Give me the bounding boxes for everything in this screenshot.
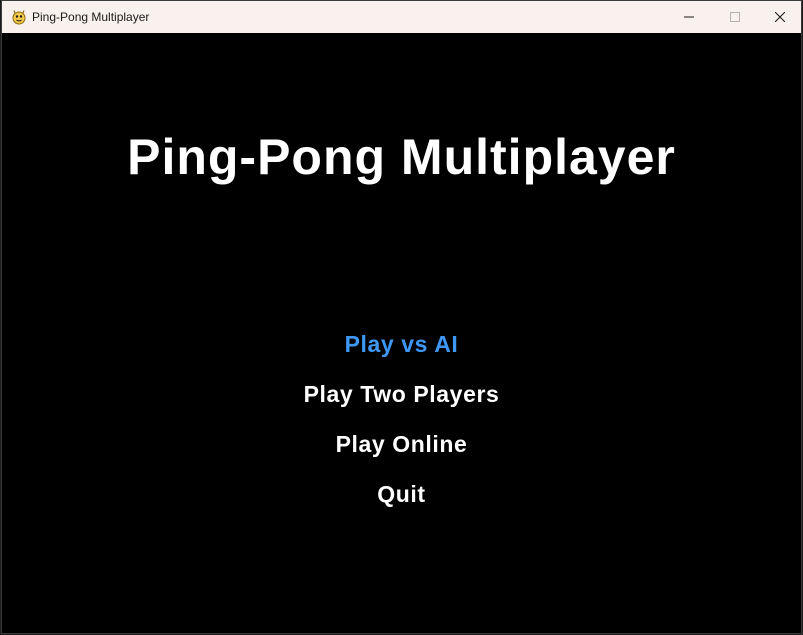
menu-item-play-vs-ai[interactable]: Play vs AI [2,329,801,359]
title-bar[interactable]: Ping-Pong Multiplayer [2,1,801,33]
menu-item-quit[interactable]: Quit [2,479,801,509]
app-window: Ping-Pong Multiplayer Ping-Pong Multipla… [1,0,802,634]
game-canvas[interactable]: Ping-Pong Multiplayer Play vs AI Play Tw… [2,33,801,633]
minimize-button[interactable] [666,1,712,33]
close-icon [775,12,785,22]
window-title: Ping-Pong Multiplayer [32,10,150,24]
maximize-icon [730,12,740,22]
pygame-snake-icon [12,10,26,25]
game-title: Ping-Pong Multiplayer [127,129,676,185]
menu-item-play-online[interactable]: Play Online [2,429,801,459]
maximize-button[interactable] [712,1,758,33]
minimize-icon [684,16,694,18]
menu-item-play-two-players[interactable]: Play Two Players [2,379,801,409]
close-button[interactable] [757,1,801,33]
